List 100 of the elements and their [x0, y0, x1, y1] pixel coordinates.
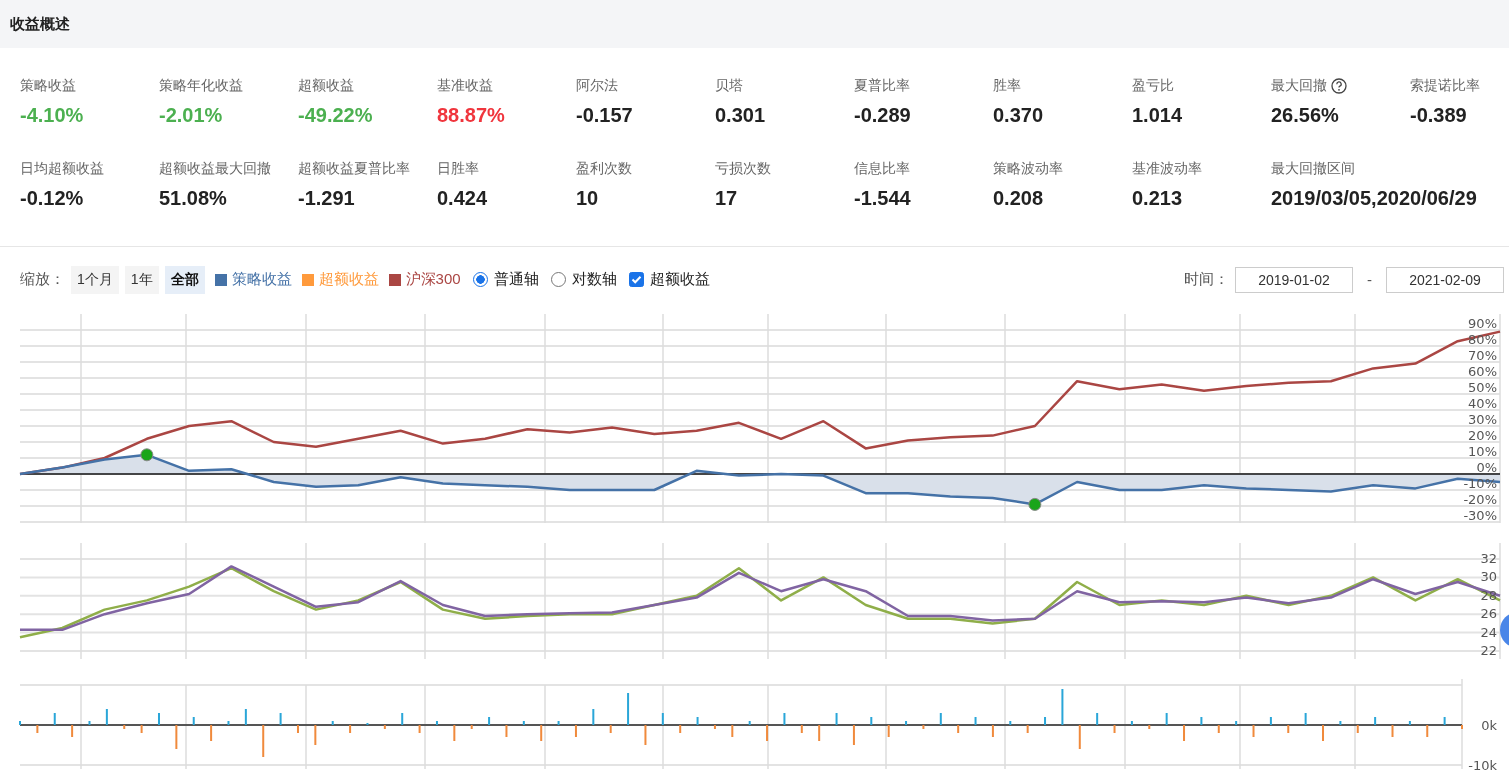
axis-label: 0k	[1481, 718, 1497, 733]
axis-label: 40%	[1468, 396, 1497, 411]
radio-button[interactable]	[550, 272, 566, 287]
bar	[991, 725, 994, 737]
bar	[383, 725, 386, 729]
legend-item[interactable]: 沪深300	[388, 270, 461, 289]
metric-value: -4.10%	[20, 104, 84, 127]
axis-label: 32	[1480, 551, 1497, 566]
axis-label: 30	[1480, 569, 1497, 585]
zoom-button[interactable]: 1个月	[71, 265, 119, 294]
bar	[766, 725, 769, 741]
bar	[1235, 721, 1238, 725]
bar	[748, 721, 751, 725]
metric-value: 26.56%	[1271, 104, 1339, 127]
bar	[505, 725, 508, 737]
metric-value: 0.370	[993, 104, 1044, 127]
axis-label: 70%	[1468, 348, 1497, 363]
bar	[679, 725, 682, 733]
bar	[401, 713, 404, 725]
metric-label: 策略年化收益	[159, 77, 243, 95]
bar	[123, 725, 126, 729]
bar	[1200, 717, 1203, 725]
metric-value: 0.424	[437, 187, 488, 210]
metric-label: 最大回撤区间	[1271, 160, 1355, 178]
bar	[262, 725, 265, 757]
axis-label: 0%	[1476, 460, 1497, 475]
bar	[1269, 717, 1272, 725]
bar	[1009, 721, 1012, 725]
bar	[696, 717, 699, 725]
checkbox-label: 超额收益	[649, 270, 710, 289]
bar	[1304, 713, 1307, 725]
bar	[1443, 717, 1446, 725]
bar	[713, 725, 716, 729]
metric-value: -0.289	[854, 104, 911, 127]
bar	[800, 725, 803, 733]
bar	[1252, 725, 1255, 737]
date-separator: -	[1367, 271, 1372, 288]
bar	[435, 721, 438, 725]
zoom-button[interactable]: 全部	[164, 265, 205, 294]
bar	[1130, 721, 1133, 725]
bar	[418, 725, 421, 733]
metric-label: 阿尔法	[576, 77, 618, 95]
bar	[1374, 717, 1377, 725]
bar	[644, 725, 647, 745]
bar	[609, 725, 612, 733]
axis-label: 22	[1480, 643, 1497, 658]
bar	[470, 725, 473, 729]
metric-value: 51.08%	[159, 187, 227, 210]
bar	[818, 725, 821, 741]
axis-label: 20%	[1468, 428, 1497, 443]
bar	[1113, 725, 1116, 733]
bar	[488, 717, 491, 725]
radio-label: 普通轴	[493, 270, 539, 289]
start-date-field[interactable]: 2019-01-02	[1235, 266, 1353, 293]
bar	[887, 725, 890, 737]
bar	[557, 721, 560, 725]
metric-value: 2019/03/05,2020/06/29	[1271, 187, 1477, 210]
bar	[1391, 725, 1394, 737]
bar	[592, 709, 595, 725]
metric-value: 88.87%	[437, 104, 505, 127]
metric-label: 盈亏比	[1132, 77, 1174, 95]
bar	[1339, 721, 1342, 725]
axis-label: 80%	[1468, 332, 1497, 347]
metric-label: 索提诺比率	[1410, 77, 1480, 95]
bar	[1061, 689, 1064, 725]
metric-value: -0.389	[1410, 104, 1467, 127]
bar	[1287, 725, 1290, 733]
metric-value: 0.213	[1132, 187, 1183, 210]
axis-label: 30%	[1468, 412, 1497, 427]
bar	[852, 725, 855, 745]
radio-button[interactable]	[472, 272, 488, 287]
axis-label: 28	[1480, 587, 1497, 603]
metric-label: 贝塔	[715, 77, 743, 95]
bar	[922, 725, 925, 729]
bar	[1426, 725, 1429, 737]
checkbox[interactable]	[628, 272, 644, 287]
metric-value: -0.12%	[20, 187, 84, 210]
bar	[36, 725, 39, 733]
help-icon[interactable]	[1331, 78, 1347, 94]
bar	[279, 713, 282, 725]
metric-label: 基准波动率	[1132, 160, 1202, 178]
legend-item[interactable]: 策略收益	[214, 270, 292, 289]
metric-value: 0.301	[715, 104, 766, 127]
bar	[870, 717, 873, 725]
bar	[974, 717, 977, 725]
bar	[140, 725, 143, 733]
bar	[835, 713, 838, 725]
metric-value: -49.22%	[298, 104, 373, 127]
bar	[105, 709, 108, 725]
metric-value: 0.208	[993, 187, 1044, 210]
end-date-field[interactable]: 2021-02-09	[1386, 266, 1504, 293]
bar	[731, 725, 734, 737]
bar	[661, 713, 664, 725]
bar	[1408, 721, 1411, 725]
bar	[1356, 725, 1359, 733]
bar	[627, 693, 630, 725]
axis-label: -20%	[1463, 492, 1497, 507]
metric-label: 亏损次数	[715, 160, 771, 178]
time-label: 时间：	[1184, 270, 1229, 289]
zoom-button[interactable]: 1年	[124, 265, 159, 294]
